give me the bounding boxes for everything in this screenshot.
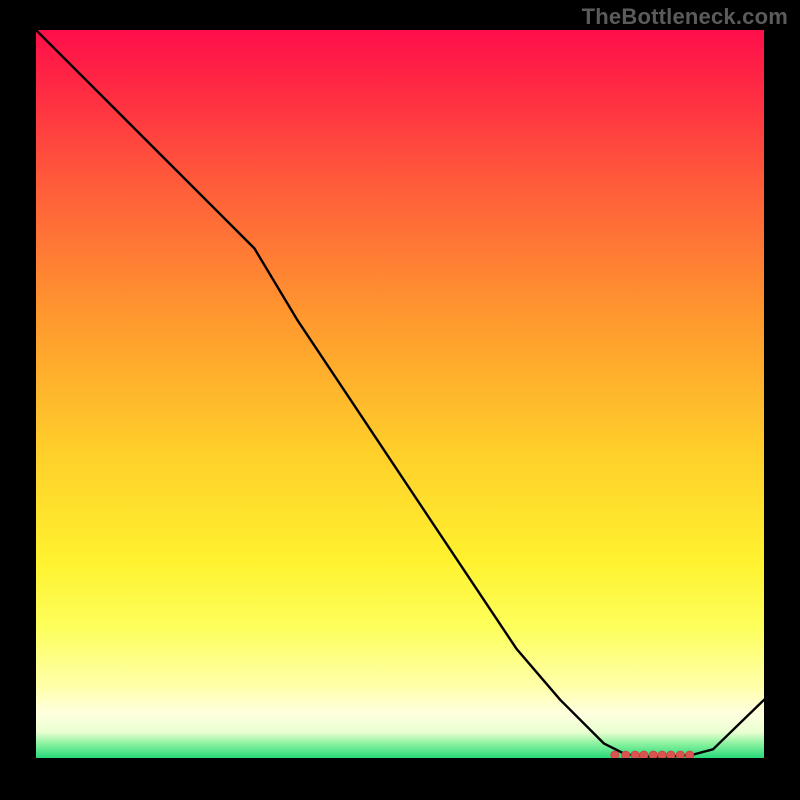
data-dot [611, 751, 619, 758]
data-dot [667, 751, 675, 758]
data-dot [631, 751, 639, 758]
data-dot [622, 751, 630, 758]
data-dot [640, 751, 648, 758]
bottleneck-curve [36, 30, 764, 757]
flat-region-dots [611, 751, 694, 758]
watermark-text: TheBottleneck.com [582, 4, 788, 30]
chart-frame: TheBottleneck.com [0, 0, 800, 800]
data-dot [676, 751, 684, 758]
data-dot [658, 751, 666, 758]
data-dot [686, 751, 694, 758]
chart-overlay [36, 30, 764, 758]
plot-area [36, 30, 764, 758]
data-dot [649, 751, 657, 758]
